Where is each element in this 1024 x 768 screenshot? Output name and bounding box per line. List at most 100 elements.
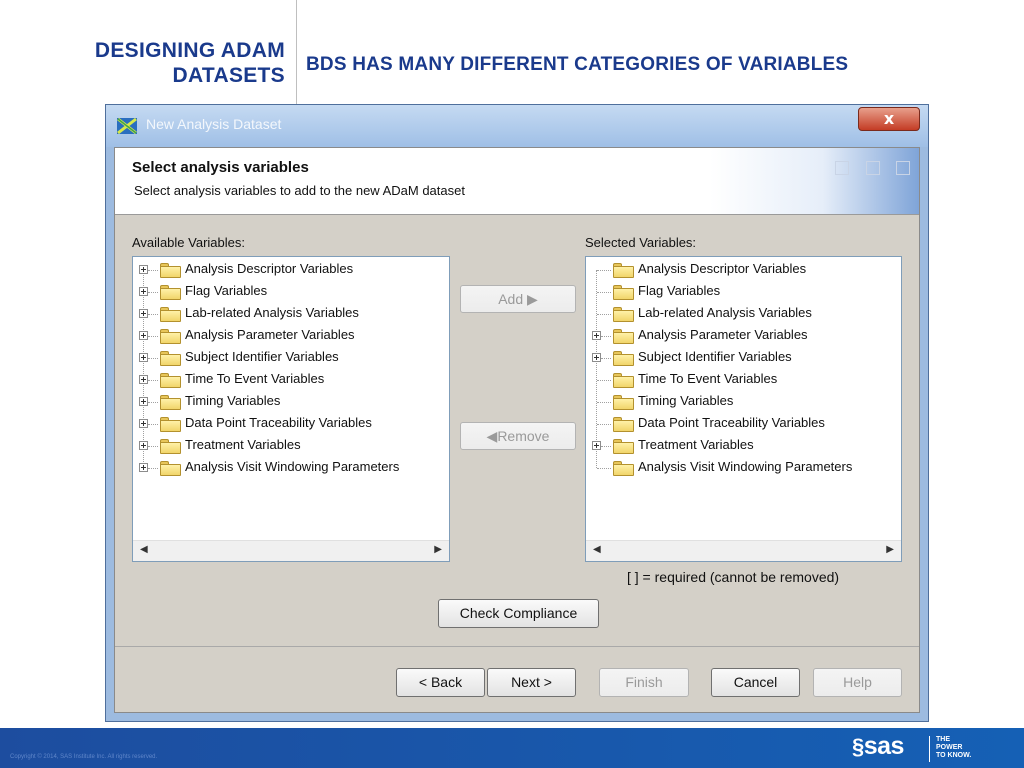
slide-section-title: DESIGNING ADAM DATASETS <box>20 38 285 88</box>
selected-tree-item[interactable]: Analysis Descriptor Variables <box>586 259 901 281</box>
expand-plus-icon[interactable] <box>592 331 601 340</box>
tagline-line2: POWER <box>936 744 963 751</box>
required-note: [ ] = required (cannot be removed) <box>627 569 840 585</box>
available-variables-tree[interactable]: ◀ ▶ Analysis Descriptor Variables Flag Va… <box>132 256 450 562</box>
expand-plus-icon[interactable] <box>139 309 148 318</box>
folder-icon <box>613 285 634 300</box>
selected-tree-item-label: Data Point Traceability Variables <box>638 415 825 430</box>
app-icon <box>117 117 137 135</box>
available-variables-label: Available Variables: <box>132 235 245 250</box>
remove-button[interactable]: ◀Remove <box>460 422 576 450</box>
scroll-right-icon[interactable]: ▶ <box>886 544 894 555</box>
selected-tree-item[interactable]: Analysis Parameter Variables <box>586 325 901 347</box>
check-compliance-button[interactable]: Check Compliance <box>438 599 599 628</box>
folder-icon <box>160 263 181 278</box>
tree-branch-line <box>148 380 158 381</box>
cancel-button[interactable]: Cancel <box>711 668 800 697</box>
selected-horizontal-scrollbar[interactable]: ◀ ▶ <box>586 540 901 561</box>
tree-branch-line <box>148 402 158 403</box>
available-tree-item[interactable]: Treatment Variables <box>133 435 449 457</box>
available-tree-item[interactable]: Analysis Visit Windowing Parameters <box>133 457 449 479</box>
available-tree-item-label: Timing Variables <box>185 393 281 408</box>
slide-section-title-line2: DATASETS <box>172 64 285 87</box>
decorative-square-icon <box>896 161 910 175</box>
available-tree-item[interactable]: Lab-related Analysis Variables <box>133 303 449 325</box>
tree-branch-line <box>597 292 611 293</box>
tree-branch-line <box>597 402 611 403</box>
tree-branch-line <box>148 358 158 359</box>
folder-icon <box>613 417 634 432</box>
banner-title: Select analysis variables <box>132 159 309 176</box>
expand-plus-icon[interactable] <box>139 441 148 450</box>
available-tree-item[interactable]: Analysis Descriptor Variables <box>133 259 449 281</box>
available-tree-item[interactable]: Subject Identifier Variables <box>133 347 449 369</box>
expand-plus-icon[interactable] <box>139 463 148 472</box>
back-button[interactable]: < Back <box>396 668 485 697</box>
tree-branch-line <box>148 336 158 337</box>
expand-plus-icon[interactable] <box>139 375 148 384</box>
scroll-left-icon[interactable]: ◀ <box>140 544 148 555</box>
selected-variables-label: Selected Variables: <box>585 235 697 250</box>
selected-tree-item[interactable]: Time To Event Variables <box>586 369 901 391</box>
tree-branch-line <box>597 424 611 425</box>
finish-button[interactable]: Finish <box>599 668 689 697</box>
tree-branch-line <box>601 358 611 359</box>
copyright-text: Copyright © 2014, SAS Institute Inc. All… <box>10 754 158 760</box>
folder-icon <box>160 285 181 300</box>
logo-divider <box>929 736 930 762</box>
help-button[interactable]: Help <box>813 668 902 697</box>
available-tree-item[interactable]: Timing Variables <box>133 391 449 413</box>
available-horizontal-scrollbar[interactable]: ◀ ▶ <box>133 540 449 561</box>
selected-tree-item-label: Analysis Parameter Variables <box>638 327 808 342</box>
expand-plus-icon[interactable] <box>139 419 148 428</box>
available-tree-item-label: Lab-related Analysis Variables <box>185 305 359 320</box>
selected-tree-item-label: Analysis Visit Windowing Parameters <box>638 459 853 474</box>
header-divider <box>296 0 297 104</box>
selected-variables-tree[interactable]: ◀ ▶ Analysis Descriptor Variables Flag Va… <box>585 256 902 562</box>
window-titlebar[interactable]: New Analysis Dataset x <box>106 105 928 147</box>
selected-tree-item[interactable]: Subject Identifier Variables <box>586 347 901 369</box>
available-tree-item[interactable]: Time To Event Variables <box>133 369 449 391</box>
selected-tree-item-label: Treatment Variables <box>638 437 754 452</box>
banner-subtitle: Select analysis variables to add to the … <box>134 183 465 198</box>
folder-icon <box>160 395 181 410</box>
scroll-left-icon[interactable]: ◀ <box>593 544 601 555</box>
folder-icon <box>613 461 634 476</box>
expand-plus-icon[interactable] <box>139 265 148 274</box>
scroll-right-icon[interactable]: ▶ <box>434 544 442 555</box>
selected-tree-item[interactable]: Analysis Visit Windowing Parameters <box>586 457 901 479</box>
expand-plus-icon[interactable] <box>139 353 148 362</box>
selected-tree-item-label: Timing Variables <box>638 393 734 408</box>
expand-plus-icon[interactable] <box>592 441 601 450</box>
next-button[interactable]: Next > <box>487 668 576 697</box>
available-tree-item[interactable]: Flag Variables <box>133 281 449 303</box>
tree-branch-line <box>601 336 611 337</box>
expand-plus-icon[interactable] <box>139 397 148 406</box>
available-tree-item[interactable]: Analysis Parameter Variables <box>133 325 449 347</box>
tagline: THE POWER TO KNOW. <box>936 736 986 760</box>
expand-plus-icon[interactable] <box>139 287 148 296</box>
selected-tree-item[interactable]: Timing Variables <box>586 391 901 413</box>
available-tree-item[interactable]: Data Point Traceability Variables <box>133 413 449 435</box>
folder-icon <box>613 263 634 278</box>
selected-tree-item[interactable]: Flag Variables <box>586 281 901 303</box>
available-tree-item-label: Time To Event Variables <box>185 371 325 386</box>
selected-tree-item[interactable]: Treatment Variables <box>586 435 901 457</box>
tree-branch-line <box>597 270 611 271</box>
close-button[interactable]: x <box>858 107 920 131</box>
decorative-square-icon <box>835 161 849 175</box>
folder-icon <box>160 417 181 432</box>
slide-footer: Copyright © 2014, SAS Institute Inc. All… <box>0 728 1024 768</box>
sas-logo: §sas <box>852 732 904 760</box>
add-button[interactable]: Add ▶ <box>460 285 576 313</box>
selected-tree-item[interactable]: Data Point Traceability Variables <box>586 413 901 435</box>
tree-branch-line <box>148 314 158 315</box>
expand-plus-icon[interactable] <box>592 353 601 362</box>
folder-icon <box>613 373 634 388</box>
folder-icon <box>160 329 181 344</box>
expand-plus-icon[interactable] <box>139 331 148 340</box>
folder-icon <box>613 351 634 366</box>
folder-icon <box>160 461 181 476</box>
new-analysis-dataset-window: New Analysis Dataset x Select analysis v… <box>105 104 929 722</box>
selected-tree-item[interactable]: Lab-related Analysis Variables <box>586 303 901 325</box>
